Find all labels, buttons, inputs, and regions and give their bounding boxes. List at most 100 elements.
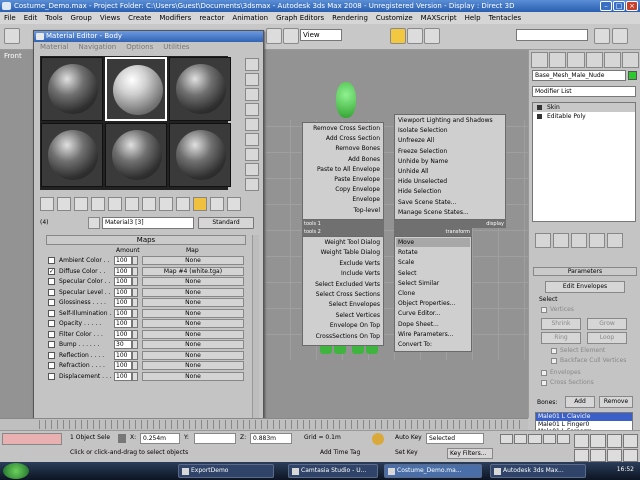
material-type-button[interactable]: Standard — [198, 217, 254, 229]
map-enable-checkbox[interactable] — [48, 309, 55, 317]
material-editor-scrollbar[interactable] — [252, 235, 259, 419]
map-slot-button[interactable]: None — [142, 340, 244, 349]
map-amount-field[interactable]: 30 — [114, 340, 132, 349]
sample-slot[interactable] — [41, 123, 103, 187]
menu-create[interactable]: Create — [128, 12, 151, 24]
auto-key-label[interactable]: Auto Key — [395, 433, 422, 443]
backface-cull-checkbox[interactable] — [551, 358, 557, 364]
quad-item-convert-to[interactable]: Convert To: — [398, 340, 432, 349]
go-forward-icon[interactable] — [227, 197, 241, 211]
next-frame-icon[interactable] — [542, 434, 556, 444]
angle-snap-icon[interactable] — [407, 28, 423, 44]
quad-item-weight-table-dialog[interactable]: Weight Table Dialog — [304, 248, 380, 257]
motion-tab[interactable] — [585, 52, 603, 68]
map-amount-field[interactable]: 100 — [114, 308, 132, 318]
quad-item-freeze-selection[interactable]: Freeze Selection — [398, 147, 447, 156]
quad-item-hide-selection[interactable]: Hide Selection — [398, 187, 441, 196]
map-amount-field[interactable]: 100 — [114, 361, 132, 370]
material-menu-navigation[interactable]: Navigation — [78, 42, 116, 52]
map-enable-checkbox[interactable] — [48, 330, 55, 338]
quad-item-remove-cross-section[interactable]: Remove Cross Section — [304, 124, 380, 133]
menu-rendering[interactable]: Rendering — [332, 12, 368, 24]
quad-item-curve-editor[interactable]: Curve Editor... — [398, 309, 441, 318]
select-by-material-icon[interactable] — [245, 163, 259, 176]
add-time-tag[interactable]: Add Time Tag — [318, 448, 370, 459]
sample-slot[interactable] — [169, 123, 231, 187]
map-slot-button[interactable]: Map #4 (white.tga) — [142, 266, 244, 276]
quad-item-manage-scene-states[interactable]: Manage Scene States... — [398, 208, 469, 217]
set-key-label[interactable]: Set Key — [395, 448, 418, 458]
map-enable-checkbox[interactable] — [48, 299, 55, 306]
map-amount-spinner[interactable] — [132, 361, 138, 370]
percent-snap-icon[interactable] — [424, 28, 440, 44]
remove-modifier-icon[interactable] — [589, 233, 605, 248]
map-amount-field[interactable]: 100 — [114, 287, 132, 297]
bone-list-item[interactable]: Male01 L Clavicle — [536, 413, 632, 421]
menu-group[interactable]: Group — [71, 12, 92, 24]
make-unique-icon[interactable] — [571, 233, 587, 248]
backlight-icon[interactable] — [245, 73, 259, 86]
quad-item-select-vertices[interactable]: Select Vertices — [304, 311, 380, 320]
map-amount-field[interactable]: 100 — [114, 298, 132, 307]
map-slot-button[interactable]: None — [142, 256, 244, 265]
ring-button[interactable]: Ring — [541, 332, 581, 344]
options-icon[interactable] — [245, 148, 259, 161]
sample-uv-icon[interactable] — [245, 103, 259, 116]
maps-rollout-header[interactable]: Maps — [46, 235, 246, 245]
make-unique-icon[interactable] — [125, 197, 139, 211]
quad-item-save-scene-state[interactable]: Save Scene State... — [398, 198, 456, 207]
quad-item-clone[interactable]: Clone — [398, 289, 415, 298]
menu-edit[interactable]: Edit — [24, 12, 38, 24]
map-amount-field[interactable]: 100 — [114, 277, 132, 286]
map-amount-spinner[interactable] — [132, 308, 138, 318]
quad-item-remove-bones[interactable]: Remove Bones — [304, 144, 380, 153]
quad-item-move[interactable]: Move — [398, 238, 414, 247]
display-tab[interactable] — [603, 52, 621, 68]
taskbar-item-costume-demo-ma[interactable]: Costume_Demo.ma... — [384, 464, 482, 478]
menu-tentacles[interactable]: Tentacles — [489, 12, 522, 24]
put-to-library-icon[interactable] — [142, 197, 156, 211]
map-amount-field[interactable]: 100 — [114, 350, 132, 360]
map-slot-button[interactable]: None — [142, 350, 244, 360]
background-icon[interactable] — [245, 88, 259, 101]
go-to-start-icon[interactable] — [500, 434, 514, 444]
reset-map-icon[interactable] — [91, 197, 105, 211]
material-id-icon[interactable] — [159, 197, 173, 211]
z-coordinate[interactable]: 0.883m — [250, 433, 292, 444]
map-slot-button[interactable]: None — [142, 298, 244, 307]
menu-reactor[interactable]: reactor — [199, 12, 224, 24]
character-head[interactable] — [336, 82, 356, 118]
zoom-all-icon[interactable] — [590, 434, 606, 448]
loop-button[interactable]: Loop — [587, 332, 627, 344]
go-to-parent-icon[interactable] — [210, 197, 224, 211]
key-icon[interactable] — [372, 433, 384, 445]
map-enable-checkbox[interactable] — [48, 341, 55, 348]
undo-icon[interactable] — [4, 28, 20, 44]
quad-item-envelope-on-top[interactable]: Envelope On Top — [304, 321, 380, 330]
menu-views[interactable]: Views — [100, 12, 120, 24]
map-enable-checkbox[interactable] — [48, 278, 55, 285]
object-color-swatch[interactable] — [628, 71, 637, 80]
shrink-button[interactable]: Shrink — [541, 318, 581, 330]
create-tab[interactable] — [531, 52, 549, 68]
map-amount-field[interactable]: 100 — [114, 371, 132, 381]
field-of-view-icon[interactable] — [574, 448, 590, 462]
orbit-icon[interactable] — [606, 448, 622, 462]
y-coordinate[interactable] — [194, 433, 236, 444]
hierarchy-tab[interactable] — [567, 52, 585, 68]
map-enable-checkbox[interactable] — [48, 351, 55, 359]
viewport-label[interactable]: Front — [4, 52, 22, 60]
quad-item-copy-envelope[interactable]: Copy Envelope — [304, 185, 380, 194]
zoom-extents-icon[interactable] — [606, 434, 622, 448]
map-amount-spinner[interactable] — [132, 371, 138, 381]
quad-item-unhide-all[interactable]: Unhide All — [398, 167, 429, 176]
material-menu-options[interactable]: Options — [126, 42, 153, 52]
quad-item-envelope[interactable]: Envelope — [304, 195, 380, 204]
quad-item-isolate-selection[interactable]: Isolate Selection — [398, 126, 448, 135]
map-enable-checkbox[interactable] — [48, 372, 55, 380]
quad-item-hide-unselected[interactable]: Hide Unselected — [398, 177, 447, 186]
move-icon[interactable] — [283, 28, 299, 44]
map-slot-button[interactable]: None — [142, 277, 244, 286]
video-color-check-icon[interactable] — [245, 118, 259, 131]
minimize-button[interactable]: – — [600, 1, 612, 11]
